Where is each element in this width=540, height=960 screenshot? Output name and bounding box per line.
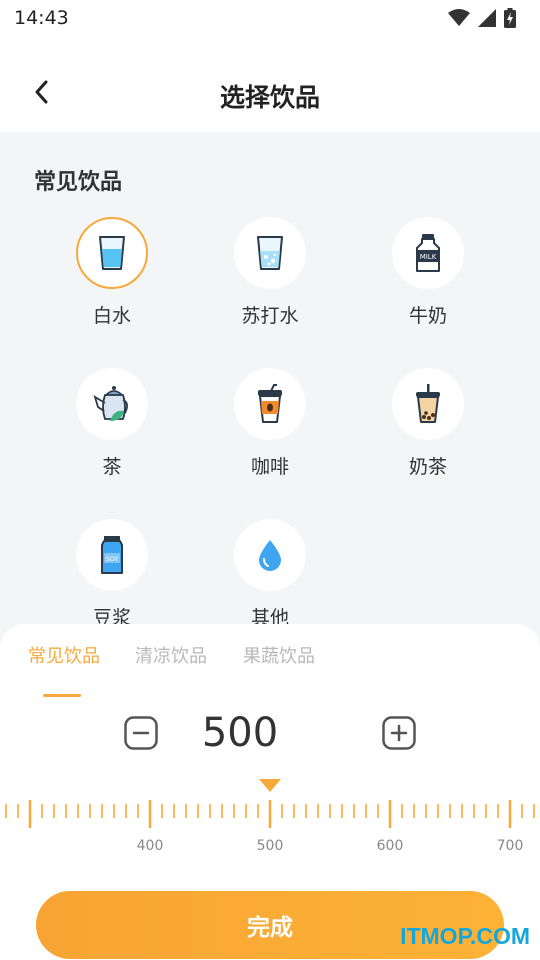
cell-signal-icon (478, 9, 496, 27)
ruler-pointer-icon (259, 779, 281, 792)
drink-item-soda[interactable]: 苏打水 (200, 217, 340, 347)
ruler-label: 400 (136, 838, 164, 854)
milk-label-text: MILK (420, 253, 437, 261)
drink-label: 咖啡 (250, 456, 289, 478)
soy-milk-carton-icon: SOY (101, 536, 123, 574)
ruler-label: 500 (256, 838, 284, 854)
drink-icon-circle (234, 368, 306, 440)
drink-item-milk-tea[interactable]: 奶茶 (358, 368, 498, 498)
tab-cool-drinks[interactable]: 清凉饮品 (135, 642, 207, 668)
drink-icon-circle: SOY (76, 519, 148, 591)
drink-icon-circle (76, 217, 148, 289)
increase-button[interactable] (382, 716, 416, 750)
amount-ruler[interactable] (0, 796, 540, 836)
drink-item-coffee[interactable]: 咖啡 (200, 368, 340, 498)
wifi-icon (448, 9, 470, 26)
drink-label: 牛奶 (408, 305, 447, 327)
section-title: 常见饮品 (34, 170, 123, 195)
teapot-icon (93, 386, 128, 421)
drink-label: 苏打水 (241, 305, 299, 327)
drink-icon-circle (234, 519, 306, 591)
status-bar: 14:43 (0, 0, 540, 36)
bubble-tea-icon (416, 384, 440, 423)
amount-sheet: 常见饮品 清凉饮品 果蔬饮品 500 400 500 600 700 完成 (0, 624, 540, 960)
drink-item-milk[interactable]: MILK 牛奶 (358, 217, 498, 347)
soy-label-text: SOY (106, 555, 119, 563)
tab-fruit-veg-drinks[interactable]: 果蔬饮品 (243, 642, 315, 668)
tab-active-indicator (43, 694, 81, 697)
tab-common-drinks[interactable]: 常见饮品 (28, 642, 100, 668)
category-tabs: 常见饮品 清凉饮品 果蔬饮品 (0, 642, 540, 697)
soda-water-icon (257, 236, 283, 270)
drink-label: 茶 (102, 456, 122, 478)
drink-icon-circle (392, 368, 464, 440)
decrease-button[interactable] (124, 716, 158, 750)
status-icons (448, 8, 516, 28)
water-drop-icon (259, 540, 281, 571)
drink-item-water[interactable]: 白水 (42, 217, 182, 347)
page-title: 选择饮品 (219, 83, 320, 112)
watermark: ITMOP.COM (400, 923, 530, 949)
drink-icon-circle (76, 368, 148, 440)
ruler-label: 600 (376, 838, 404, 854)
amount-value: 500 (201, 710, 279, 756)
status-time: 14:43 (14, 7, 69, 29)
drink-label: 白水 (92, 305, 131, 327)
drink-icon-circle: MILK (392, 217, 464, 289)
ruler-label: 700 (496, 838, 524, 854)
water-glass-icon (99, 236, 125, 270)
drink-item-tea[interactable]: 茶 (42, 368, 182, 498)
drink-icon-circle (234, 217, 306, 289)
header: 选择饮品 (0, 36, 540, 132)
coffee-cup-icon (258, 384, 282, 423)
drink-label: 奶茶 (408, 456, 447, 478)
battery-icon (504, 8, 516, 28)
milk-bottle-icon: MILK (416, 234, 440, 272)
